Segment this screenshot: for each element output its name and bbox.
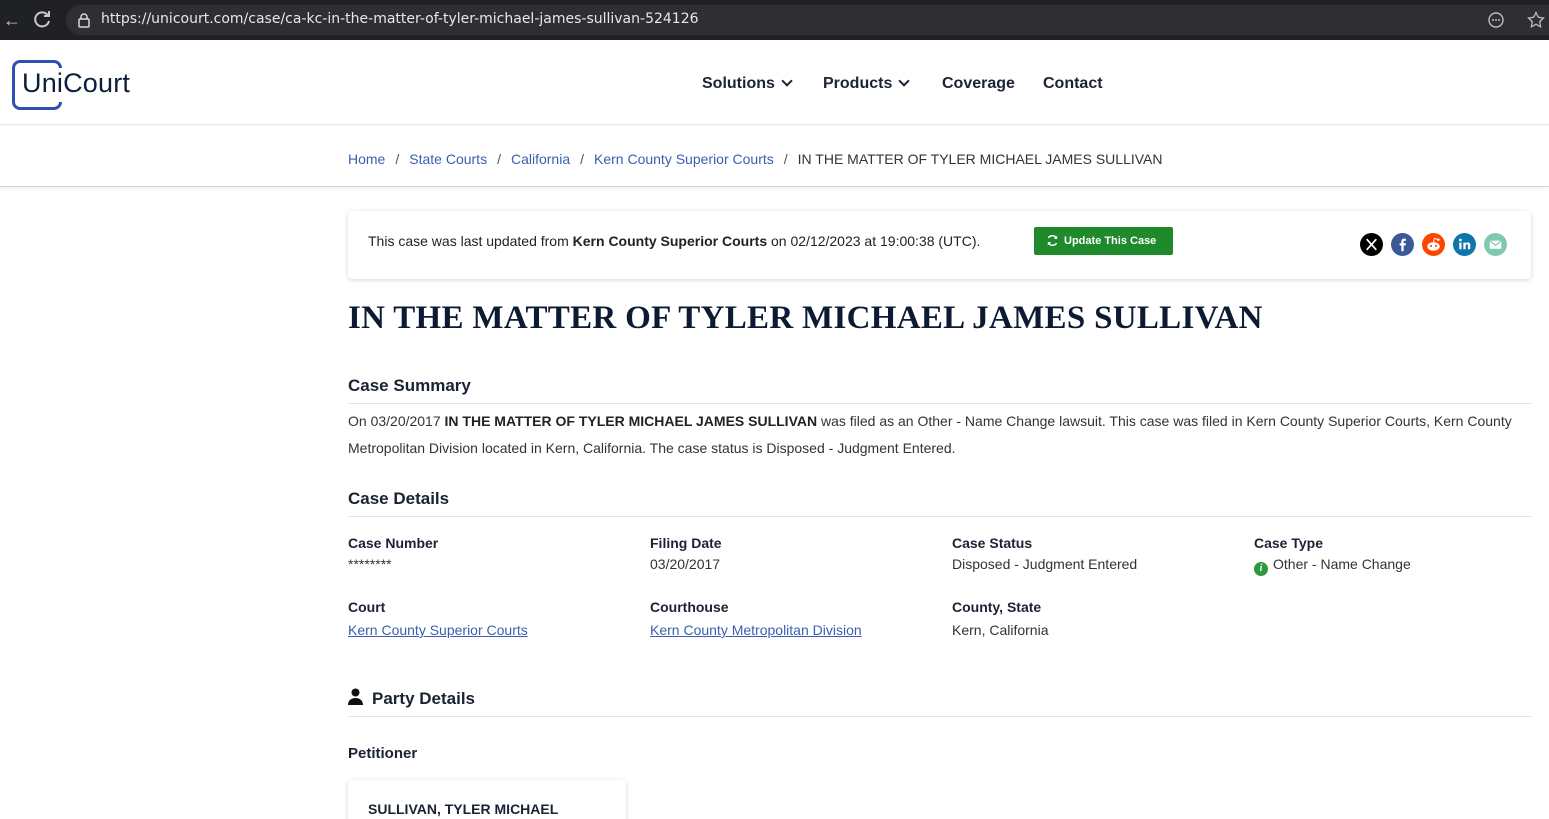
courthouse-link[interactable]: Kern County Metropolitan Division (650, 622, 940, 638)
divider (348, 403, 1531, 404)
courthouse-field: Courthouse Kern County Metropolitan Divi… (650, 599, 940, 638)
case-number-field: Case Number ******** (348, 535, 638, 572)
reddit-icon[interactable] (1422, 233, 1445, 256)
breadcrumb-kern-county[interactable]: Kern County Superior Courts (594, 151, 774, 167)
url-text[interactable]: https://unicourt.com/case/ca-kc-in-the-m… (101, 11, 699, 27)
breadcrumb-current: IN THE MATTER OF TYLER MICHAEL JAMES SUL… (797, 151, 1163, 167)
lock-icon (78, 13, 90, 28)
divider (348, 516, 1531, 517)
more-options-icon[interactable] (1487, 11, 1505, 29)
nav-contact[interactable]: Contact (1043, 75, 1103, 93)
address-bar[interactable]: https://unicourt.com/case/ca-kc-in-the-m… (66, 5, 1549, 35)
update-this-case-button[interactable]: Update This Case (1034, 227, 1173, 255)
filing-date-value: 03/20/2017 (650, 556, 721, 572)
back-icon[interactable]: ← (0, 8, 24, 32)
unicourt-logo[interactable]: UniCourt (12, 60, 137, 110)
breadcrumb-state-courts[interactable]: State Courts (409, 151, 487, 167)
x-icon[interactable] (1360, 233, 1383, 256)
case-status-value: Disposed - Judgment Entered (952, 556, 1138, 572)
update-notice-card: This case was last updated from Kern Cou… (348, 211, 1531, 279)
court-link[interactable]: Kern County Superior Courts (348, 622, 638, 638)
case-status-field: Case Status Disposed - Judgment Entered (952, 535, 1242, 572)
county-state-value: Kern, California (952, 622, 1049, 638)
email-icon[interactable] (1484, 233, 1507, 256)
county-state-field: County, State Kern, California (952, 599, 1242, 638)
court-field: Court Kern County Superior Courts (348, 599, 638, 638)
browser-toolbar: ← https://unicourt.com/case/ca-kc-in-the… (0, 0, 1549, 40)
chevron-down-icon (781, 75, 793, 87)
person-icon (348, 688, 363, 705)
site-header: UniCourt Solutions Products Coverage Con… (0, 40, 1549, 125)
party-details-heading: Party Details (372, 689, 475, 708)
breadcrumb: Home / State Courts / California / Kern County… (348, 151, 1163, 167)
breadcrumb-bar: Home / State Courts / California / Kern County… (0, 125, 1549, 187)
case-number-value: ******** (348, 556, 392, 572)
nav-solutions[interactable]: Solutions (702, 75, 793, 93)
party-card[interactable]: SULLIVAN, TYLER MICHAEL (348, 780, 626, 819)
petitioner-heading: Petitioner (348, 745, 418, 762)
divider (348, 716, 1531, 717)
linkedin-icon[interactable] (1453, 233, 1476, 256)
facebook-icon[interactable] (1391, 233, 1414, 256)
nav-coverage[interactable]: Coverage (942, 75, 1015, 93)
case-summary-heading: Case Summary (348, 376, 471, 395)
chevron-down-icon (898, 75, 911, 87)
bookmark-star-icon[interactable] (1527, 11, 1545, 29)
filing-date-field: Filing Date 03/20/2017 (650, 535, 940, 572)
logo-text: UniCourt (22, 68, 131, 98)
update-notice-text: This case was last updated from Kern Cou… (368, 233, 981, 249)
case-type-value: Other - Name Change (1273, 556, 1411, 572)
case-details-heading: Case Details (348, 489, 450, 508)
reload-icon[interactable] (30, 8, 54, 32)
party-name: SULLIVAN, TYLER MICHAEL (368, 801, 559, 817)
case-title: IN THE MATTER OF TYLER MICHAEL JAMES SUL… (348, 300, 1263, 336)
case-summary-text: On 03/20/2017 IN THE MATTER OF TYLER MIC… (348, 413, 1512, 456)
breadcrumb-home[interactable]: Home (348, 151, 385, 167)
breadcrumb-california[interactable]: California (511, 151, 570, 167)
info-icon[interactable]: i (1254, 562, 1268, 576)
case-type-field: Case Type i Other - Name Change (1254, 535, 1411, 576)
refresh-icon (1047, 234, 1058, 247)
nav-products[interactable]: Products (823, 75, 911, 93)
